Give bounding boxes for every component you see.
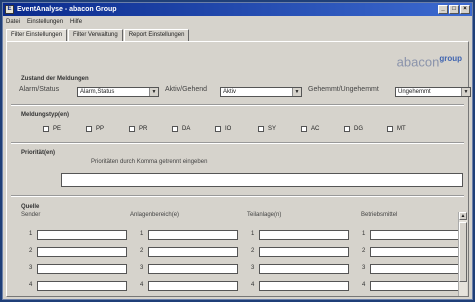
row-number: 2 bbox=[29, 248, 33, 254]
maximize-button[interactable]: □ bbox=[449, 5, 459, 14]
column-sender: Sender bbox=[21, 212, 41, 218]
checkbox-io[interactable]: IO bbox=[215, 126, 258, 132]
anlagenbereich-field[interactable] bbox=[148, 281, 238, 291]
meldungstyp-title: Meldungstyp(en) bbox=[21, 112, 69, 118]
betriebsmittel-field[interactable] bbox=[370, 264, 460, 274]
alarm-status-label: Alarm/Status bbox=[19, 86, 60, 93]
minimize-button[interactable]: _ bbox=[438, 5, 448, 14]
alarm-status-select[interactable]: Alarm,Status ▼ bbox=[77, 87, 159, 97]
checkbox-pp[interactable]: PP bbox=[86, 126, 129, 132]
anlagenbereich-field[interactable] bbox=[148, 230, 238, 240]
row-number: 4 bbox=[362, 282, 366, 288]
row-number: 4 bbox=[251, 282, 255, 288]
title-bar[interactable]: E EventAnalyse - abacon Group _ □ × bbox=[3, 3, 472, 16]
sender-field[interactable] bbox=[37, 247, 127, 257]
divider bbox=[11, 104, 464, 106]
divider bbox=[11, 142, 464, 144]
filter-panel: abacongroup Zustand der Meldungen Alarm/… bbox=[6, 41, 471, 297]
close-button[interactable]: × bbox=[460, 5, 470, 14]
gehemmt-label: Gehemmt/Ungehemmt bbox=[308, 86, 379, 93]
prioritaet-title: Priorität(en) bbox=[21, 150, 56, 156]
checkbox-da[interactable]: DA bbox=[172, 126, 215, 132]
sender-field[interactable] bbox=[37, 230, 127, 240]
checkbox-mt[interactable]: MT bbox=[387, 126, 430, 132]
sender-field[interactable] bbox=[37, 281, 127, 291]
betriebsmittel-field[interactable] bbox=[370, 230, 460, 240]
row-number: 2 bbox=[362, 248, 366, 254]
checkbox-ac[interactable]: AC bbox=[301, 126, 344, 132]
row-number: 2 bbox=[140, 248, 144, 254]
meldungstyp-options: PE PP PR DA IO SY AC DG MT bbox=[43, 126, 430, 132]
prioritaet-input[interactable] bbox=[61, 173, 463, 187]
row-number: 1 bbox=[251, 231, 255, 237]
row-number: 1 bbox=[362, 231, 366, 237]
scroll-thumb[interactable] bbox=[459, 222, 467, 282]
row-number: 3 bbox=[140, 265, 144, 271]
checkbox-pe[interactable]: PE bbox=[43, 126, 86, 132]
column-teilanlage: Teilanlage(n) bbox=[247, 212, 282, 218]
chevron-down-icon[interactable]: ▼ bbox=[461, 88, 470, 96]
prioritaet-hint: Prioritäten durch Komma getrennt eingebe… bbox=[91, 159, 208, 165]
chevron-down-icon[interactable]: ▼ bbox=[292, 88, 301, 96]
column-betriebsmittel: Betriebsmittel bbox=[361, 212, 398, 218]
scroll-up-icon[interactable]: ▲ bbox=[459, 212, 467, 220]
row-number: 4 bbox=[29, 282, 33, 288]
abacon-logo: abacongroup bbox=[396, 54, 462, 70]
tab-strip: Filter Einstellungen Filter Verwaltung R… bbox=[6, 29, 190, 42]
menu-hilfe[interactable]: Hilfe bbox=[70, 17, 82, 27]
window-title: EventAnalyse - abacon Group bbox=[17, 6, 117, 13]
anlagenbereich-field[interactable] bbox=[148, 264, 238, 274]
checkbox-sy[interactable]: SY bbox=[258, 126, 301, 132]
menu-einstellungen[interactable]: Einstellungen bbox=[27, 17, 63, 27]
main-window: E EventAnalyse - abacon Group _ □ × Date… bbox=[2, 2, 473, 300]
teilanlage-field[interactable] bbox=[259, 281, 349, 291]
anlagenbereich-field[interactable] bbox=[148, 247, 238, 257]
tab-filter-verwaltung[interactable]: Filter Verwaltung bbox=[68, 29, 123, 41]
quelle-title: Quelle bbox=[21, 204, 40, 210]
column-anlagenbereich: Anlagenbereich(e) bbox=[130, 212, 180, 218]
menu-bar: Datei Einstellungen Hilfe bbox=[3, 17, 472, 27]
vertical-scrollbar[interactable]: ▲ bbox=[458, 212, 467, 296]
tab-report-einstellungen[interactable]: Report Einstellungen bbox=[123, 29, 190, 41]
menu-datei[interactable]: Datei bbox=[6, 17, 20, 27]
row-number: 3 bbox=[362, 265, 366, 271]
row-number: 1 bbox=[140, 231, 144, 237]
row-number: 3 bbox=[29, 265, 33, 271]
teilanlage-field[interactable] bbox=[259, 230, 349, 240]
row-number: 4 bbox=[140, 282, 144, 288]
sender-field[interactable] bbox=[37, 264, 127, 274]
betriebsmittel-field[interactable] bbox=[370, 247, 460, 257]
row-number: 2 bbox=[251, 248, 255, 254]
chevron-down-icon[interactable]: ▼ bbox=[149, 88, 158, 96]
row-number: 3 bbox=[251, 265, 255, 271]
checkbox-pr[interactable]: PR bbox=[129, 126, 172, 132]
teilanlage-field[interactable] bbox=[259, 247, 349, 257]
app-icon[interactable]: E bbox=[5, 5, 14, 14]
checkbox-dg[interactable]: DG bbox=[344, 126, 387, 132]
zustand-title: Zustand der Meldungen bbox=[21, 76, 89, 82]
row-number: 1 bbox=[29, 231, 33, 237]
aktiv-gehend-label: Aktiv/Gehend bbox=[165, 86, 208, 93]
gehemmt-select[interactable]: Ungehemmt ▼ bbox=[395, 87, 471, 97]
teilanlage-field[interactable] bbox=[259, 264, 349, 274]
betriebsmittel-field[interactable] bbox=[370, 281, 460, 291]
divider bbox=[11, 195, 464, 197]
aktiv-gehend-select[interactable]: Aktiv ▼ bbox=[220, 87, 302, 97]
